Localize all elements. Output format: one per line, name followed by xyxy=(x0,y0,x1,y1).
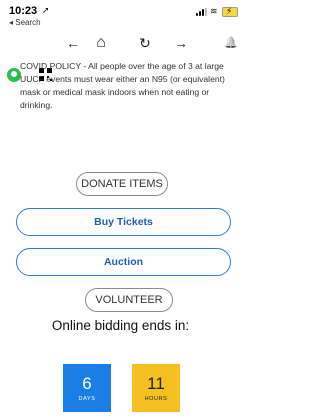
back-to-search-link[interactable]: ◂ Search xyxy=(9,18,41,27)
volunteer-button[interactable]: VOLUNTEER xyxy=(85,288,173,312)
hours-value: 11 xyxy=(147,374,165,393)
hours-label: HOURS xyxy=(144,396,168,402)
status-bar: 10:23 ➚ ◂ Search ≋ ⚡ xyxy=(0,0,241,32)
days-value: 6 xyxy=(82,374,92,393)
bell-icon[interactable]: 🔔 xyxy=(222,35,240,51)
battery-icon: ⚡ xyxy=(222,6,238,17)
back-arrow-icon[interactable]: ← xyxy=(64,35,82,51)
donate-items-button[interactable]: DONATE ITEMS xyxy=(76,172,168,196)
days-countdown-tile: 6 DAYS xyxy=(63,364,111,412)
reload-icon[interactable]: ↻ xyxy=(136,35,154,51)
auction-button[interactable]: Auction xyxy=(16,248,231,276)
wifi-icon: ≋ xyxy=(210,6,218,16)
hours-countdown-tile: 11 HOURS xyxy=(132,364,180,412)
days-label: DAYS xyxy=(78,396,96,402)
browser-toolbar: ← ⌂ ↻ → 🔔 xyxy=(0,32,241,82)
covid-policy-text: COVID POLICY - All people over the age o… xyxy=(20,61,225,110)
forward-arrow-icon[interactable]: → xyxy=(172,35,190,51)
clock-time: 10:23 xyxy=(9,5,38,17)
profile-avatar-icon[interactable] xyxy=(7,68,21,82)
buy-tickets-button[interactable]: Buy Tickets xyxy=(16,208,231,236)
bidding-countdown-heading: Online bidding ends in: xyxy=(51,318,190,333)
cellular-signal-icon xyxy=(196,8,208,16)
location-arrow-icon: ➚ xyxy=(42,5,50,15)
home-icon[interactable]: ⌂ xyxy=(92,35,110,51)
charging-bolt-icon: ⚡ xyxy=(226,6,233,16)
